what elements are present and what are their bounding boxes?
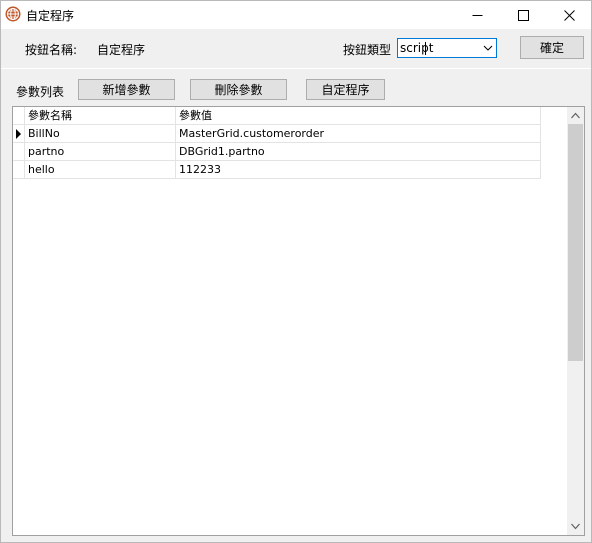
minimize-button[interactable] [454, 1, 500, 29]
scroll-down-icon[interactable] [571, 523, 580, 530]
grid-header-indicator [13, 107, 25, 125]
param-grid[interactable]: 參數名稱 參數值 BillNo MasterGrid.customerorder… [12, 106, 585, 536]
row-indicator[interactable] [13, 125, 25, 143]
param-name-cell[interactable]: BillNo [25, 125, 176, 143]
param-list-label: 參數列表 [16, 85, 65, 99]
header-panel [1, 29, 591, 67]
table-row[interactable]: hello 112233 [13, 161, 541, 179]
title-bar[interactable]: 自定程序 [1, 1, 591, 29]
delete-param-button[interactable]: 刪除參數 [190, 79, 287, 100]
custom-program-button[interactable]: 自定程序 [306, 79, 385, 100]
chevron-down-icon [483, 45, 493, 51]
grid-header-row: 參數名稱 參數值 [13, 107, 541, 125]
add-param-button[interactable]: 新增參數 [78, 79, 175, 100]
globe-icon [5, 6, 21, 22]
dialog-window: 自定程序 按鈕名稱: 自定程序 按鈕類型 script 確定 參數列表 新增參數… [0, 0, 592, 543]
minimize-icon [472, 14, 482, 16]
param-value-cell[interactable]: DBGrid1.partno [176, 143, 541, 161]
button-type-value: script [400, 41, 434, 55]
button-type-select[interactable]: script [397, 38, 497, 58]
button-name-value: 自定程序 [97, 43, 146, 57]
table-row[interactable]: BillNo MasterGrid.customerorder [13, 125, 541, 143]
row-indicator[interactable] [13, 143, 25, 161]
row-indicator[interactable] [13, 161, 25, 179]
confirm-button[interactable]: 確定 [520, 36, 584, 59]
scrollbar-thumb[interactable] [568, 124, 583, 361]
param-name-cell[interactable]: partno [25, 143, 176, 161]
table-row[interactable]: partno DBGrid1.partno [13, 143, 541, 161]
scroll-up-icon[interactable] [571, 112, 580, 119]
maximize-button[interactable] [500, 1, 546, 29]
button-type-label: 按鈕類型 [343, 43, 392, 57]
window-title: 自定程序 [26, 9, 75, 23]
column-header-param-name[interactable]: 參數名稱 [25, 107, 176, 125]
vertical-scrollbar[interactable] [567, 107, 584, 535]
text-caret [425, 42, 426, 55]
maximize-icon [517, 9, 529, 21]
close-icon [563, 9, 575, 21]
close-button[interactable] [546, 1, 592, 29]
current-row-icon [16, 129, 21, 139]
param-value-cell[interactable]: MasterGrid.customerorder [176, 125, 541, 143]
param-name-cell[interactable]: hello [25, 161, 176, 179]
column-header-param-value[interactable]: 參數值 [176, 107, 541, 125]
button-name-label: 按鈕名稱: [25, 43, 78, 57]
param-value-cell[interactable]: 112233 [176, 161, 541, 179]
